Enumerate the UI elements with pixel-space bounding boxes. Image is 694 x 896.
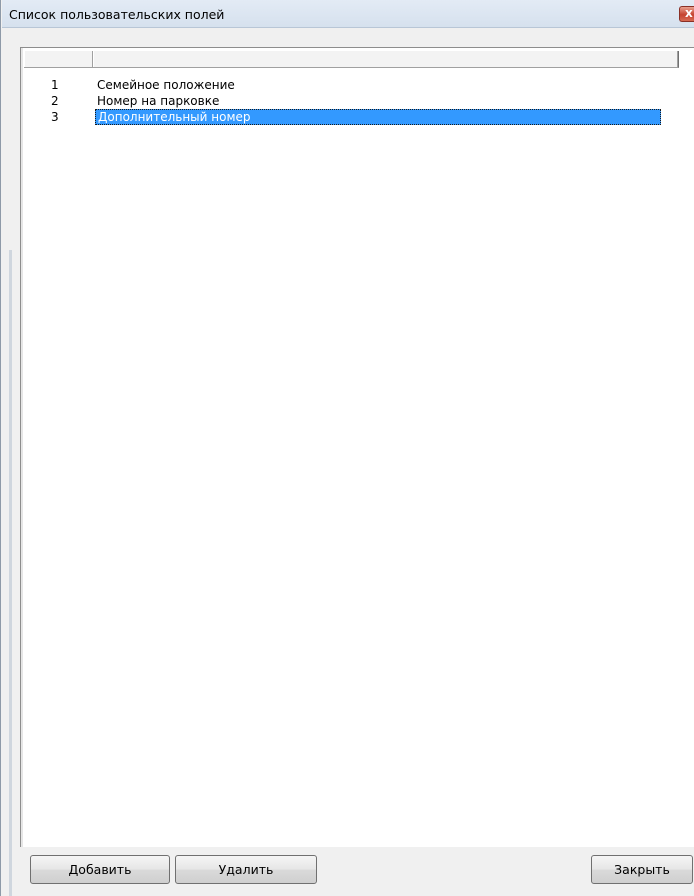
list-item-name: Дополнительный номер (95, 109, 661, 125)
column-header-name[interactable] (93, 51, 678, 67)
list-item-number: 1 (51, 78, 59, 92)
window-edge-strip (9, 250, 12, 896)
add-button[interactable]: Добавить (30, 855, 170, 884)
custom-fields-list[interactable]: 1 Семейное положение 2 Номер на парковке… (20, 47, 694, 847)
window-title: Список пользовательских полей (9, 7, 225, 22)
dialog-window: Список пользовательских полей x 1 Семейн… (0, 0, 694, 896)
close-button[interactable]: Закрыть (591, 855, 693, 884)
list-item-name: Семейное положение (97, 78, 235, 92)
delete-button[interactable]: Удалить (175, 855, 317, 884)
list-item[interactable]: 1 Семейное положение (24, 77, 679, 93)
list-item-number: 2 (51, 94, 59, 108)
list-item-number: 3 (51, 110, 59, 124)
list-border (21, 48, 23, 847)
list-header (24, 51, 679, 68)
close-icon: x (685, 6, 693, 20)
list-item[interactable]: 2 Номер на парковке (24, 93, 679, 109)
title-bar[interactable]: Список пользовательских полей x (2, 0, 694, 28)
column-header-number[interactable] (24, 51, 93, 67)
close-window-button[interactable]: x (679, 6, 694, 22)
list-item-selected[interactable]: 3 Дополнительный номер (24, 109, 679, 125)
list-item-name: Номер на парковке (97, 94, 220, 108)
